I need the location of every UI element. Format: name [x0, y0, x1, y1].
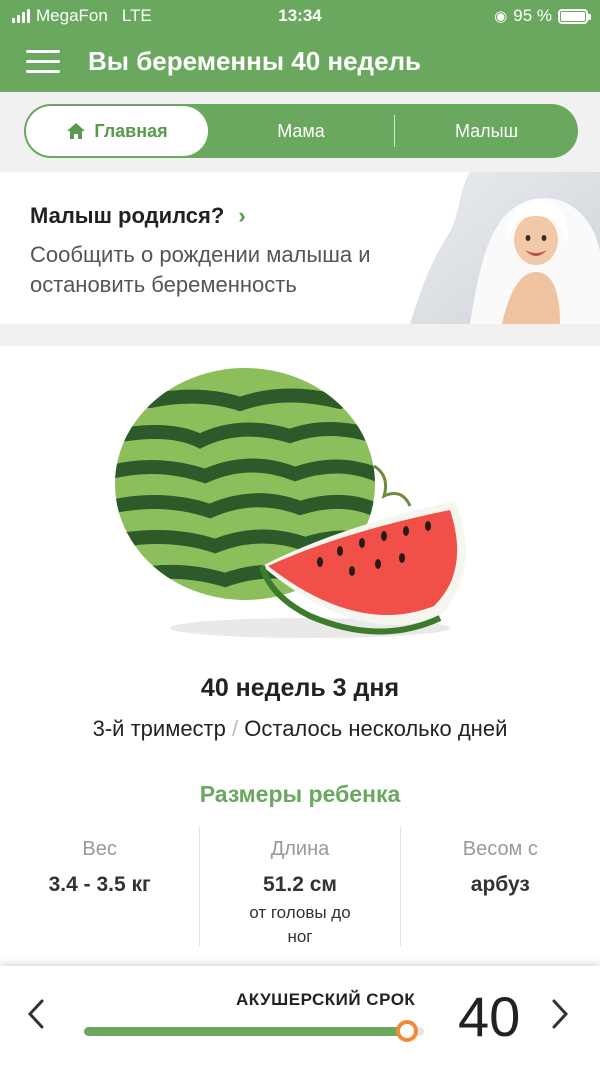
baby-born-card[interactable]: Малыш родился? › Сообщить о рождении мал…: [0, 172, 600, 324]
page-title: Вы беременны 40 недель: [88, 46, 422, 76]
app-header: Вы беременны 40 недель: [0, 30, 600, 92]
week-subtitle: 3-й триместр / Осталось несколько дней: [0, 716, 600, 742]
week-slider-thumb[interactable]: [396, 1020, 418, 1042]
rotation-lock-icon: ◉: [494, 8, 508, 25]
tab-baby-label: Малыш: [454, 120, 519, 141]
stat-length-note: от головы до ног: [249, 903, 351, 946]
week-slider-fill: [84, 1027, 407, 1036]
tab-home-label: Главная: [94, 120, 168, 141]
week-number: 40: [458, 985, 521, 1048]
stat-weight-value: 3.4 - 3.5 кг: [48, 873, 151, 896]
separator: /: [232, 716, 239, 741]
segmented-tabs: Главная Мама Малыш: [24, 104, 578, 158]
baby-sizes-title: Размеры ребенка: [199, 781, 401, 807]
obstetric-term-label: АКУШЕРСКИЙ СРОК: [236, 990, 416, 1009]
home-icon: [67, 123, 86, 139]
stat-length-label: Длина: [270, 838, 330, 860]
chevron-right-icon: [552, 999, 569, 1029]
baby-photo: [410, 172, 600, 324]
pregnancy-week-card: 40 недель 3 дня 3-й триместр / Осталось …: [0, 346, 600, 966]
chevron-right-icon: ›: [238, 203, 246, 228]
prev-week-button[interactable]: [26, 998, 46, 1036]
tab-mama-label: Мама: [277, 120, 325, 141]
stat-weight: Вес 3.4 - 3.5 кг: [0, 826, 199, 946]
remaining-label: Осталось несколько дней: [244, 716, 508, 741]
chevron-left-icon: [27, 999, 44, 1029]
tab-home[interactable]: Главная: [26, 106, 208, 156]
tab-mama[interactable]: Мама: [208, 104, 394, 158]
stat-compare-value: арбуз: [470, 873, 530, 896]
stat-compare: Весом с арбуз: [399, 826, 600, 946]
baby-sizes-stats: Вес 3.4 - 3.5 кг Длина 51.2 см от головы…: [0, 826, 600, 946]
baby-born-subtitle: Сообщить о рождении малыша и остановить …: [30, 242, 371, 297]
baby-born-title[interactable]: Малыш родился? ›: [30, 203, 246, 229]
next-week-button[interactable]: [550, 998, 570, 1036]
week-title: 40 недель 3 дня: [200, 674, 400, 702]
week-selector-bar: АКУШЕРСКИЙ СРОК 40: [0, 966, 600, 1066]
hamburger-icon[interactable]: [26, 50, 60, 74]
stat-compare-label: Весом с: [462, 838, 538, 860]
trimester-label: 3-й триместр: [92, 716, 226, 741]
baby-born-title-text: Малыш родился?: [30, 203, 225, 228]
battery-label: 95 %: [513, 6, 552, 25]
week-slider[interactable]: [84, 1020, 424, 1042]
watermelon-image: [115, 368, 466, 638]
battery-icon: [558, 8, 591, 24]
tab-baby[interactable]: Малыш: [395, 104, 578, 158]
tabs-container: Главная Мама Малыш: [0, 92, 600, 170]
status-bar: MegaFon LTE 13:34 ◉ 95 %: [0, 0, 600, 30]
stat-length-value: 51.2 см: [263, 873, 337, 896]
stat-length: Длина 51.2 см от головы до ног: [199, 826, 399, 946]
stat-weight-label: Вес: [82, 838, 117, 860]
